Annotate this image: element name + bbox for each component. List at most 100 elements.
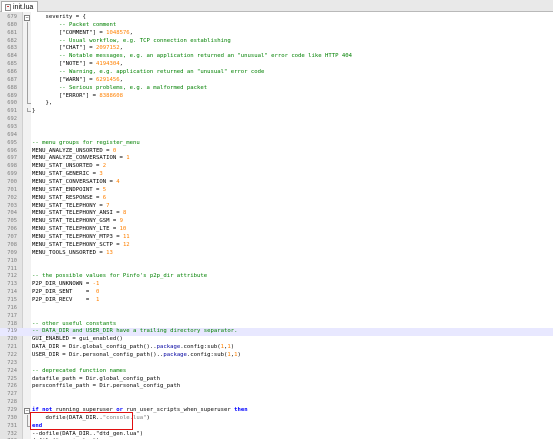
code-token: -1	[92, 281, 100, 288]
code-token: ["CHAT"] =	[32, 45, 96, 52]
code-line[interactable]: 692	[0, 116, 553, 124]
code-line[interactable]: 685 ["NOTE"] = 4194304,	[0, 61, 553, 70]
code-line[interactable]: 706 MENU_STAT_TELEPHONY_LTE = 10	[0, 226, 553, 234]
code-line[interactable]: 710	[0, 258, 553, 266]
code-line[interactable]: 715 P2P_DIR_RECV = 1	[0, 297, 553, 305]
code-line[interactable]: 703 MENU_STAT_TELEPHONY = 7	[0, 203, 553, 211]
line-number: 711	[7, 265, 17, 272]
code-line[interactable]: 698 MENU_STAT_UNSORTED = 2	[0, 163, 553, 171]
code-line[interactable]: 688 -- Serious problems, e.g. a malforme…	[0, 84, 553, 93]
code-token: )	[146, 414, 150, 421]
code-line[interactable]: 717	[0, 313, 553, 321]
code-token: MENU_STAT_TELEPHONY_ANSI =	[32, 210, 123, 217]
fold-margin-cell	[24, 352, 31, 360]
code-token: severity = {	[32, 14, 86, 20]
code-line[interactable]: 716	[0, 305, 553, 313]
fold-margin-cell	[24, 250, 31, 258]
code-line[interactable]: 695 -- menu groups for register_menu	[0, 140, 553, 148]
fold-toggle-icon[interactable]: −	[24, 14, 31, 22]
code-text: USER_DIR = Dir.personal_config_path()..p…	[32, 352, 241, 360]
line-number: 705	[7, 218, 17, 225]
code-line[interactable]: 721 DATA_DIR = Dir.global_config_path()..…	[0, 344, 553, 352]
code-line[interactable]: 728	[0, 399, 553, 407]
code-line[interactable]: 683 ["CHAT"] = 2097152,	[0, 45, 553, 54]
code-text: ["WARN"] = 6291456,	[32, 77, 123, 85]
code-token: },	[32, 100, 53, 107]
code-line[interactable]: 700 MENU_STAT_CONVERSATION = 4	[0, 179, 553, 187]
code-line[interactable]: 712 -- the possible values for Pinfo's p2…	[0, 273, 553, 281]
code-token: MENU_STAT_CONVERSATION =	[32, 179, 117, 186]
fold-toggle-icon[interactable]: −	[24, 407, 31, 415]
code-line[interactable]: 682 -- Usual workflow, e.g. TCP connecti…	[0, 37, 553, 46]
code-line[interactable]: 697 MENU_ANALYZE_CONVERSATION = 1	[0, 155, 553, 163]
code-line[interactable]: 702 MENU_STAT_RESPONSE = 6	[0, 195, 553, 203]
code-line[interactable]: 718 -- other useful constants	[0, 321, 553, 329]
code-line[interactable]: 714 P2P_DIR_SENT = 0	[0, 289, 553, 297]
code-line[interactable]: 708 MENU_STAT_TELEPHONY_SCTP = 12	[0, 242, 553, 250]
code-line[interactable]: 729− if not running_superuser or run_user…	[0, 407, 553, 415]
tab-init-lua[interactable]: init.lua	[1, 1, 39, 12]
line-number: 691	[7, 108, 17, 115]
code-line[interactable]: 686 -- Warning, e.g. application returne…	[0, 69, 553, 77]
line-number: 692	[7, 116, 17, 123]
fold-line-icon	[24, 76, 31, 85]
line-number: 687	[7, 76, 17, 83]
code-line[interactable]: 719 -- DATA_DIR and USER_DIR have a trail…	[0, 328, 553, 337]
code-line[interactable]: 713 P2P_DIR_UNKNOWN = -1	[0, 281, 553, 289]
minus-icon[interactable]: −	[24, 407, 30, 414]
code-line[interactable]: 725 datafile_path = Dir.global_config_pat…	[0, 376, 553, 384]
line-number: 718	[7, 320, 17, 327]
fold-end	[27, 100, 31, 105]
line-number: 731	[7, 422, 17, 429]
code-token: MENU_ANALYZE_UNSORTED =	[32, 147, 113, 154]
code-token: ["WARN"] =	[32, 76, 96, 83]
code-line[interactable]: 690 },	[0, 100, 553, 108]
code-line[interactable]: 699 MENU_STAT_GENERIC = 3	[0, 171, 553, 179]
code-line[interactable]: 689 ["ERROR"] = 8388608	[0, 92, 553, 101]
code-token: -- menu groups for register_menu	[32, 139, 140, 146]
code-line[interactable]: 726 persconffile_path = Dir.personal_conf…	[0, 383, 553, 391]
code-token: persconffile_path = Dir.personal_config_…	[32, 383, 181, 390]
code-line[interactable]: 679 − severity = {	[0, 14, 553, 22]
code-text: P2P_DIR_UNKNOWN = -1	[32, 281, 99, 289]
code-line[interactable]: 722 USER_DIR = Dir.personal_config_path()…	[0, 352, 553, 360]
code-line[interactable]: 731 end	[0, 422, 553, 431]
code-token: -- Notable messages, e.g. an application…	[32, 53, 352, 60]
code-line[interactable]: 701 MENU_STAT_ENDPOINT = 5	[0, 187, 553, 195]
line-number: 720	[7, 336, 17, 343]
code-token: dofile(DATA_DIR..	[32, 414, 103, 421]
code-text: MENU_STAT_TELEPHONY_GSM = 9	[32, 218, 123, 226]
code-line[interactable]: 730 dofile(DATA_DIR.."console.lua")	[0, 414, 553, 423]
code-token: if not	[32, 406, 53, 413]
code-line[interactable]: 723	[0, 360, 553, 368]
code-line[interactable]: 681 ["COMMENT"] = 1048576,	[0, 29, 553, 38]
code-editor[interactable]: 679− severity = {680 -- Packet comment 68…	[0, 12, 553, 439]
minus-icon[interactable]: −	[24, 15, 30, 21]
fold-line-icon	[24, 45, 31, 54]
code-line[interactable]: 694	[0, 132, 553, 140]
code-line[interactable]: 724 -- deprecated function names	[0, 368, 553, 376]
code-line[interactable]: 707 MENU_STAT_TELEPHONY_MTP3 = 11	[0, 234, 553, 242]
code-line[interactable]: 711	[0, 266, 553, 274]
code-token: DATA_DIR = Dir.global_config_path()..	[32, 344, 157, 351]
code-token: 8388608	[99, 92, 123, 99]
code-line[interactable]: 687 ["WARN"] = 6291456,	[0, 76, 553, 85]
code-line[interactable]: 732 --dofile(DATA_DIR.."dtd_gen.lua")	[0, 431, 553, 439]
code-line[interactable]: 727	[0, 391, 553, 399]
code-line[interactable]: 720 GUI_ENABLED = gui_enabled()	[0, 336, 553, 344]
fold-line-icon	[24, 29, 31, 38]
code-line[interactable]: 691}	[0, 108, 553, 116]
code-line[interactable]: 693	[0, 124, 553, 132]
code-line[interactable]: 709 MENU_TOOLS_UNSORTED = 13	[0, 250, 553, 258]
code-text: -- Usual workflow, e.g. TCP connection e…	[32, 38, 231, 46]
line-number: 726	[7, 383, 17, 390]
fold-line	[27, 29, 28, 38]
line-number: 721	[7, 344, 17, 351]
fold-margin-cell	[24, 218, 31, 226]
code-line[interactable]: 684 -- Notable messages, e.g. an applica…	[0, 53, 553, 62]
fold-margin-cell	[24, 155, 31, 163]
code-line[interactable]: 705 MENU_STAT_TELEPHONY_GSM = 9	[0, 218, 553, 226]
code-line[interactable]: 696 MENU_ANALYZE_UNSORTED = 0	[0, 148, 553, 156]
code-line[interactable]: 680 -- Packet comment	[0, 21, 553, 30]
code-line[interactable]: 704 MENU_STAT_TELEPHONY_ANSI = 8	[0, 210, 553, 218]
